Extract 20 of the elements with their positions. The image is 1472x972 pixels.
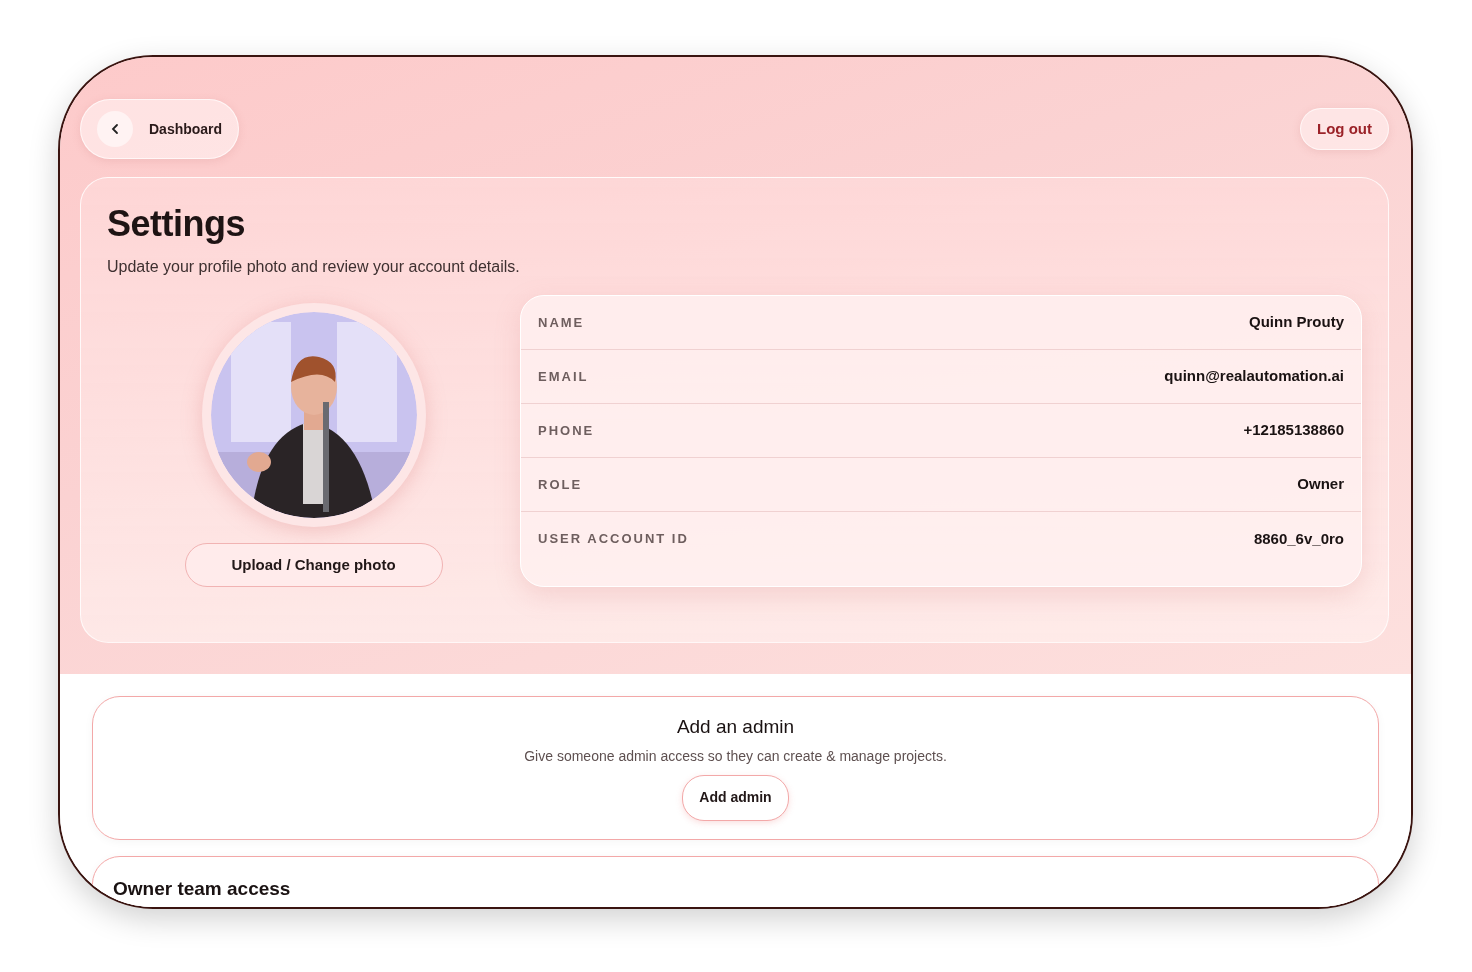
field-value: Owner — [1297, 474, 1344, 495]
field-value: Quinn Prouty — [1249, 312, 1344, 333]
page-title: Settings — [107, 202, 246, 246]
field-label: ROLE — [538, 475, 583, 494]
field-label: EMAIL — [538, 367, 589, 386]
field-label: PHONE — [538, 421, 595, 440]
log-out-button[interactable]: Log out — [1300, 108, 1389, 150]
section-title: Owner team access — [113, 877, 292, 901]
field-label: USER ACCOUNT ID — [538, 530, 689, 549]
upload-photo-button[interactable]: Upload / Change photo — [184, 543, 443, 588]
back-button[interactable]: Dashboard — [80, 99, 240, 159]
field-label: NAME — [538, 313, 585, 332]
section-title: Add an admin — [676, 715, 795, 739]
page-subtitle: Update your profile photo and review your account details. — [107, 257, 521, 278]
back-chevron-icon — [97, 111, 133, 147]
field-value: +12185138860 — [1243, 420, 1344, 441]
field-value: quinn@realautomation.ai — [1164, 366, 1344, 387]
add-admin-button[interactable]: Add admin — [682, 774, 789, 821]
section-description: Give someone admin access so they can create & manage projects. — [524, 746, 947, 766]
field-value: 8860_6v_0ro — [1253, 528, 1344, 549]
